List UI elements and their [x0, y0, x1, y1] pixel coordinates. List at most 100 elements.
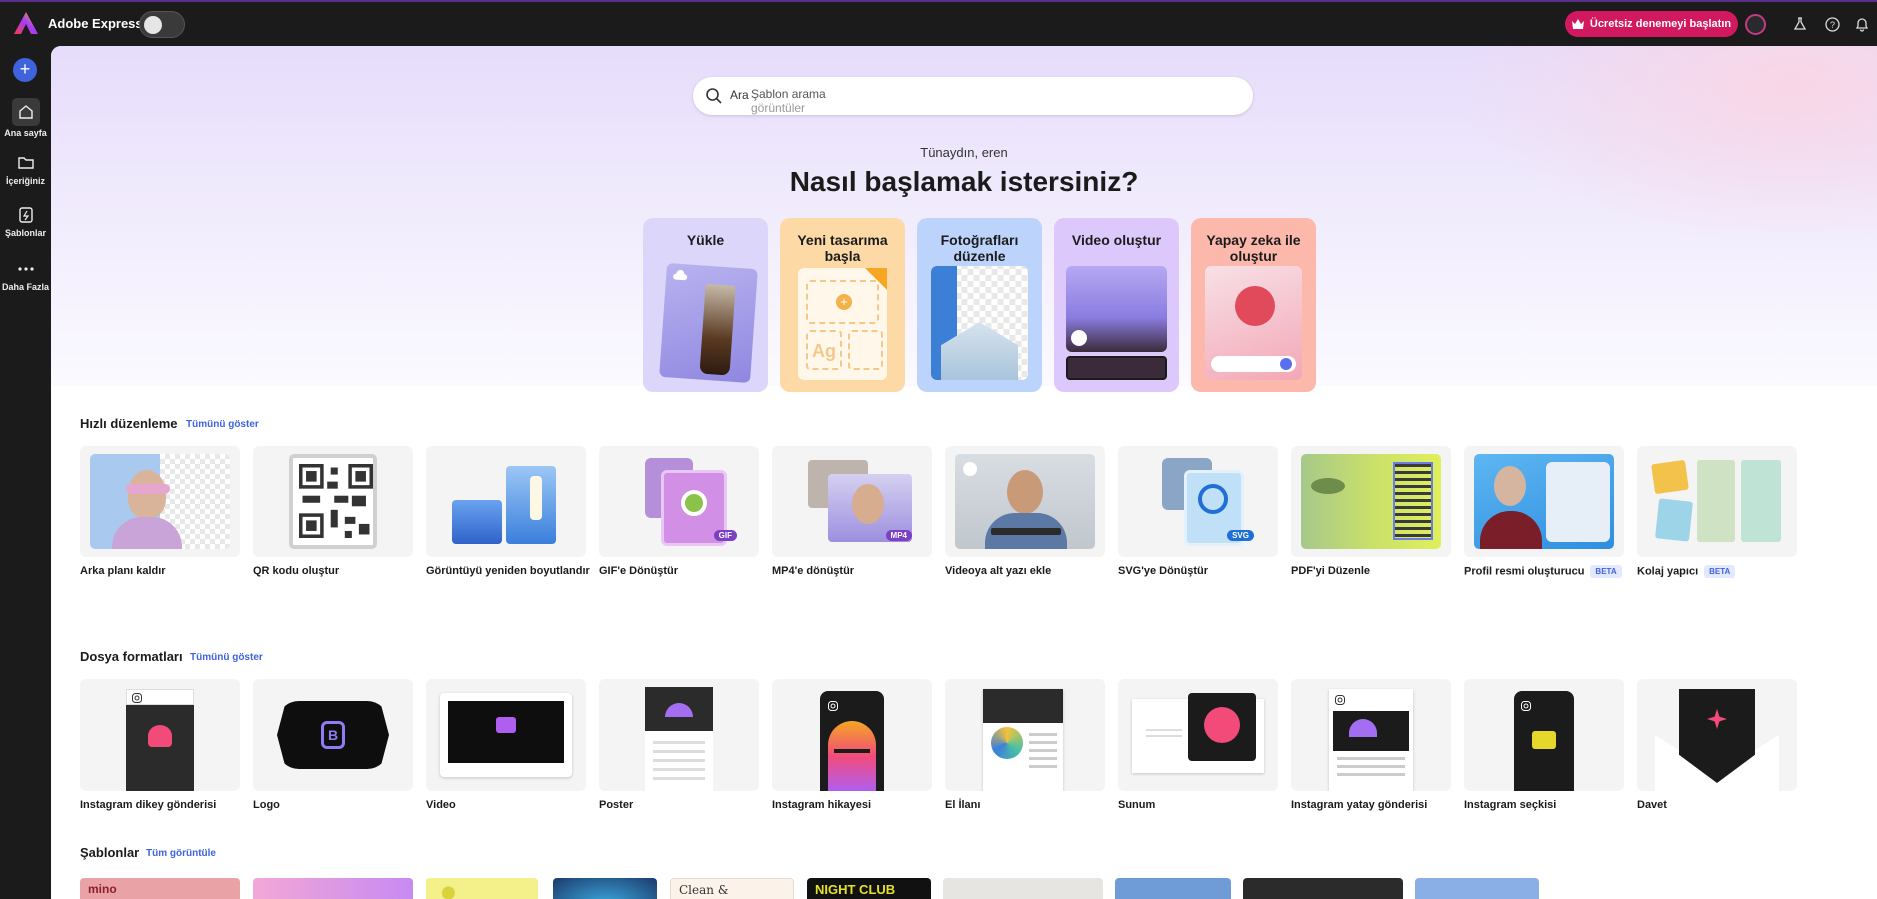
quick-edit-convert-to-mp4[interactable]: MP4 MP4'e dönüştür [772, 446, 932, 577]
help-icon[interactable]: ? [1822, 14, 1842, 34]
create-new-plus-icon[interactable]: + [13, 58, 37, 82]
template-card[interactable]: Clean & [670, 878, 794, 899]
template-text: NIGHT CLUB [815, 882, 896, 897]
template-card[interactable] [1243, 878, 1403, 899]
template-card[interactable] [1115, 878, 1231, 899]
qr-code-icon [299, 464, 373, 538]
mode-toggle[interactable] [139, 11, 185, 38]
upload-photo-art [659, 262, 758, 384]
quick-edit-collage-maker[interactable]: Kolaj yapıcı BETA [1637, 446, 1797, 578]
format-invitation[interactable]: Davet [1637, 679, 1797, 811]
format-instagram-story[interactable]: Instagram hikayesi [772, 679, 932, 811]
format-label: Instagram dikey gönderisi [80, 799, 217, 811]
play-icon [963, 462, 977, 476]
no-sign-icon [1204, 707, 1240, 743]
file-formats-show-all-link[interactable]: Tümünü göster [190, 652, 263, 663]
quick-edit-edit-pdf[interactable]: PDF'yi Düzenle [1291, 446, 1451, 577]
more-dots-icon [17, 267, 34, 271]
file-formats-title: Dosya formatları [80, 649, 183, 664]
quick-edit-convert-to-gif[interactable]: GIF GIF'e Dönüştür [599, 446, 759, 577]
start-card-create-with-ai[interactable]: Yapay zeka ile oluştur [1191, 218, 1316, 392]
adobe-express-logo-icon[interactable] [14, 12, 38, 34]
template-card[interactable] [553, 878, 657, 899]
format-instagram-portrait-post[interactable]: Instagram dikey gönderisi [80, 679, 240, 811]
crown-icon [1571, 19, 1584, 29]
new-design-art: + Ag [798, 268, 887, 380]
template-card[interactable]: NIGHT CLUB [807, 878, 931, 899]
quick-edit-label: Görüntüyü yeniden boyutlandır [426, 565, 590, 577]
quick-edit-show-all-link[interactable]: Tümünü göster [186, 419, 259, 430]
search-input[interactable]: Ara Şablon arama görüntüler [693, 77, 1253, 115]
nav-templates[interactable]: Şablonlar [0, 206, 51, 238]
heart-icon [148, 725, 172, 747]
quick-edit-label: PDF'yi Düzenle [1291, 565, 1371, 577]
format-logo[interactable]: B Logo [253, 679, 413, 811]
template-card[interactable] [426, 878, 538, 899]
beta-badge: BETA [1704, 565, 1736, 578]
ai-generate-art [1205, 266, 1302, 380]
start-card-edit-photos[interactable]: Fotoğrafları düzenle [917, 218, 1042, 392]
quick-edit-profile-picture-maker[interactable]: Profil resmi oluşturucu BETA [1464, 446, 1624, 578]
format-presentation[interactable]: Sunum [1118, 679, 1278, 811]
quick-edit-convert-to-svg[interactable]: SVG SVG'ye Dönüştür [1118, 446, 1278, 577]
beta-badge: BETA [1590, 565, 1622, 578]
template-card[interactable] [1415, 878, 1539, 899]
upload-cloud-icon [673, 269, 688, 281]
start-card-label: Yapay zeka ile oluştur [1206, 232, 1301, 264]
instagram-icon [1521, 701, 1531, 711]
toggle-knob-icon [144, 16, 162, 34]
start-card-label: Video oluştur [1071, 232, 1162, 248]
format-video[interactable]: Video [426, 679, 586, 811]
search-placeholder-cycle: görüntüler [751, 101, 806, 115]
start-card-upload[interactable]: Yükle [643, 218, 768, 392]
start-card-label: Fotoğrafları düzenle [940, 232, 1019, 264]
format-label: Video [426, 799, 456, 811]
start-card-create-video[interactable]: Video oluştur [1054, 218, 1179, 392]
nav-your-content[interactable]: İçeriğiniz [0, 154, 51, 186]
template-text: Clean & [679, 883, 729, 897]
quick-edit-add-subtitles[interactable]: Videoya alt yazı ekle [945, 446, 1105, 577]
search-icon [706, 88, 722, 104]
brand-b-icon: B [321, 721, 345, 749]
quick-edit-resize-image[interactable]: Görüntüyü yeniden boyutlandır [426, 446, 590, 577]
format-label: Logo [253, 799, 280, 811]
format-instagram-landscape-post[interactable]: Instagram yatay gönderisi [1291, 679, 1451, 811]
labs-flask-icon[interactable] [1790, 14, 1810, 34]
mp4-badge: MP4 [885, 530, 912, 541]
format-flyer[interactable]: El İlanı [945, 679, 1105, 811]
quick-edit-label: QR kodu oluştur [253, 565, 340, 577]
play-icon [1071, 330, 1087, 346]
format-label: El İlanı [945, 799, 981, 811]
format-label: Instagram yatay gönderisi [1291, 799, 1428, 811]
notifications-bell-icon[interactable] [1852, 14, 1872, 34]
start-card-new-design[interactable]: Yeni tasarıma başla + Ag [780, 218, 905, 392]
template-card[interactable] [253, 878, 413, 899]
video-timeline [1066, 356, 1167, 380]
format-poster[interactable]: Poster [599, 679, 759, 811]
template-card[interactable] [943, 878, 1103, 899]
quick-edit-label: GIF'e Dönüştür [599, 565, 679, 577]
quick-edit-remove-background[interactable]: Arka planı kaldır [80, 446, 240, 577]
page-headline: Nasıl başlamak istersiniz? [789, 166, 1139, 197]
format-instagram-highlight[interactable]: Instagram seçkisi [1464, 679, 1624, 811]
folder-icon [17, 157, 34, 169]
quick-edit-qr-code[interactable]: QR kodu oluştur [253, 446, 413, 577]
template-card[interactable]: mino [80, 878, 240, 899]
send-arrow-icon [1280, 358, 1292, 370]
left-nav-rail: + Ana sayfa İçeriğiniz Şablonlar Daha Fa… [0, 46, 51, 899]
format-label: Instagram hikayesi [772, 799, 872, 811]
svg-text:?: ? [1829, 20, 1834, 30]
start-card-label: Yükle [686, 232, 725, 248]
templates-view-all-link[interactable]: Tüm görüntüle [146, 848, 216, 859]
video-camera-icon [1532, 731, 1556, 749]
nav-home[interactable]: Ana sayfa [0, 98, 51, 138]
start-card-label: Yeni tasarıma başla [797, 232, 888, 264]
video-camera-icon [496, 717, 516, 733]
nav-more[interactable]: Daha Fazla [0, 260, 51, 292]
start-free-trial-button[interactable]: Ücretsiz denemeyi başlatın [1565, 11, 1738, 37]
avatar[interactable] [1745, 14, 1766, 35]
quick-edit-label: MP4'e dönüştür [772, 565, 855, 577]
instagram-icon [1335, 695, 1345, 705]
quick-edit-label: SVG'ye Dönüştür [1118, 565, 1209, 577]
templates-title: Şablonlar [80, 845, 140, 860]
